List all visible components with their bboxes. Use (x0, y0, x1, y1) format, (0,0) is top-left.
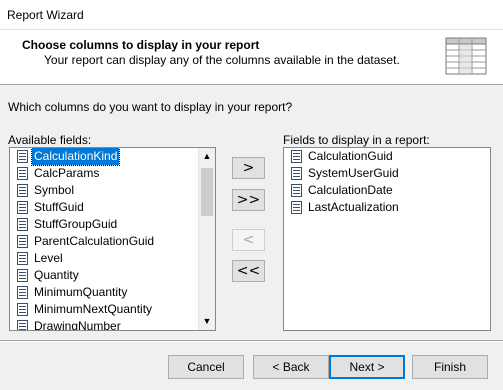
list-item-label: CalcParams (34, 166, 100, 180)
wizard-header: Choose columns to display in your report… (0, 30, 503, 85)
list-item[interactable]: CalcParams (10, 165, 198, 182)
field-icon (291, 150, 302, 163)
list-item-label: CalculationGuid (308, 149, 393, 163)
list-item-label: Level (34, 251, 63, 265)
display-fields-label: Fields to display in a report: (283, 133, 430, 147)
list-item[interactable]: SystemUserGuid (284, 165, 490, 182)
list-item[interactable]: Level (10, 250, 198, 267)
list-item-label: CalculationDate (308, 183, 393, 197)
field-icon (17, 269, 28, 282)
finish-button[interactable]: Finish (412, 355, 488, 379)
list-item[interactable]: ParentCalculationGuid (10, 233, 198, 250)
field-icon (17, 184, 28, 197)
list-item[interactable]: StuffGuid (10, 199, 198, 216)
available-fields-scrollbar[interactable]: ▲ ▼ (198, 148, 215, 330)
cancel-button[interactable]: Cancel (168, 355, 244, 379)
list-item[interactable]: Quantity (10, 267, 198, 284)
list-item-label: SystemUserGuid (308, 166, 399, 180)
header-subtitle: Your report can display any of the colum… (44, 53, 400, 67)
field-icon (291, 201, 302, 214)
list-item[interactable]: StuffGroupGuid (10, 216, 198, 233)
scrollbar-thumb[interactable] (201, 168, 213, 216)
list-item-label: StuffGuid (34, 200, 84, 214)
field-icon (17, 167, 28, 180)
scroll-down-icon[interactable]: ▼ (199, 313, 215, 330)
list-item[interactable]: CalculationDate (284, 182, 490, 199)
list-item[interactable]: CalculationGuid (284, 148, 490, 165)
field-icon (291, 167, 302, 180)
question-label: Which columns do you want to display in … (8, 100, 293, 114)
list-item-label: ParentCalculationGuid (34, 234, 155, 248)
list-item[interactable]: MinimumNextQuantity (10, 301, 198, 318)
list-item[interactable]: Symbol (10, 182, 198, 199)
scroll-up-icon[interactable]: ▲ (199, 148, 215, 165)
available-fields-label: Available fields: (8, 133, 92, 147)
title-bar: Report Wizard (0, 0, 503, 30)
field-icon (17, 252, 28, 265)
list-item-label: CalculationKind (30, 148, 121, 166)
list-item-label: Symbol (34, 183, 75, 197)
remove-field-button[interactable]: < (232, 229, 265, 251)
header-title: Choose columns to display in your report (22, 38, 260, 52)
list-item-label: LastActualization (308, 200, 399, 214)
add-field-button[interactable]: > (232, 157, 265, 179)
list-item-label: MinimumQuantity (34, 285, 128, 299)
available-fields-list[interactable]: CalculationKind CalcParams Symbol StuffGuid… (9, 147, 216, 331)
table-columns-icon (445, 37, 487, 75)
field-icon (17, 218, 28, 231)
next-button[interactable]: Next > (329, 355, 405, 379)
add-all-fields-button[interactable]: >> (232, 189, 265, 211)
field-icon (17, 303, 28, 316)
list-item[interactable]: CalculationKind (10, 148, 198, 166)
list-item-label: Quantity (34, 268, 79, 282)
field-icon (17, 320, 28, 330)
back-button[interactable]: < Back (253, 355, 329, 379)
field-icon (17, 286, 28, 299)
list-item-label: DrawingNumber (34, 319, 121, 331)
window-title: Report Wizard (7, 8, 84, 22)
display-fields-list[interactable]: CalculationGuid SystemUserGuid Calculation… (283, 147, 491, 331)
field-icon (17, 150, 28, 163)
list-item[interactable]: DrawingNumber (10, 318, 198, 331)
footer-divider (0, 340, 503, 342)
list-item[interactable]: LastActualization (284, 199, 490, 216)
list-item[interactable]: MinimumQuantity (10, 284, 198, 301)
list-item-label: MinimumNextQuantity (34, 302, 153, 316)
field-icon (17, 235, 28, 248)
list-item-label: StuffGroupGuid (34, 217, 118, 231)
field-icon (291, 184, 302, 197)
remove-all-fields-button[interactable]: << (232, 260, 265, 282)
field-icon (17, 201, 28, 214)
